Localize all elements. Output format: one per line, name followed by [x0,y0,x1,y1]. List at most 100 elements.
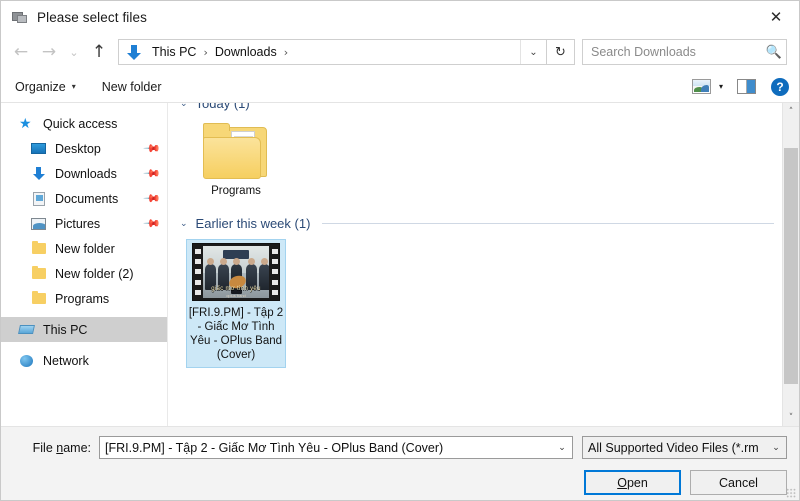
app-window-icon [12,9,28,25]
folder-icon [31,290,48,307]
sidebar-item-quick-access[interactable]: ★ Quick access [1,111,167,136]
vertical-scrollbar[interactable]: ˄ ˅ [782,103,799,426]
folder-icon [31,240,48,257]
chevron-down-icon[interactable]: ⌄ [552,443,572,453]
sidebar-item-label: This PC [43,322,88,337]
downloads-icon [31,166,48,182]
command-toolbar: Organize ▾ New folder ▾ ? [1,71,799,103]
filename-row: File name: [FRI.9.PM] - Tập 2 - Giấc Mơ … [13,436,787,459]
breadcrumb-downloads[interactable]: Downloads [213,45,279,59]
sidebar-item-label: Downloads [55,166,117,181]
title-bar: Please select files ✕ [1,1,799,33]
pin-icon: 📌 [142,214,162,233]
sidebar-item-documents[interactable]: Documents 📌 [1,186,167,211]
file-tile-label: Programs [211,185,261,197]
sidebar-item-network[interactable]: Network [1,348,167,373]
sidebar-item-label: New folder (2) [55,266,134,281]
search-icon: 🔍 [765,44,783,60]
refresh-icon[interactable]: ↻ [547,39,575,65]
group-divider [322,223,774,224]
preview-pane-icon[interactable] [737,79,756,94]
caret-down-icon: ▾ [71,82,76,91]
file-list-pane[interactable]: ⌄ Today (1) Programs ⌄ Earlier this week… [168,103,799,426]
search-input[interactable]: Search Downloads 🔍 [582,39,787,65]
pictures-icon [31,216,48,232]
file-tile-video-selected[interactable]: giấc mơ tình yêu oplus band [FRI.9.PM] -… [186,239,286,368]
open-button[interactable]: Open [584,470,681,495]
search-placeholder: Search Downloads [591,45,696,59]
sidebar-item-pictures[interactable]: Pictures 📌 [1,211,167,236]
this-pc-icon [18,322,36,338]
organize-label: Organize [15,79,66,94]
filename-value: [FRI.9.PM] - Tập 2 - Giấc Mơ Tình Yêu - … [105,440,444,455]
pin-icon: 📌 [142,189,162,208]
sidebar-item-new-folder-2[interactable]: New folder (2) [1,261,167,286]
open-label-key: O [617,475,627,490]
sidebar-item-label: Network [43,353,89,368]
dialog-body: ★ Quick access Desktop 📌 Downloads 📌 Doc… [1,103,799,427]
view-caret-down-icon[interactable]: ▾ [719,82,723,91]
sidebar-item-label: New folder [55,241,115,256]
sidebar-item-this-pc[interactable]: This PC [1,317,167,342]
scrollbar-thumb[interactable] [784,148,798,384]
scroll-up-icon[interactable]: ˄ [783,103,799,120]
breadcrumb-this-pc[interactable]: This PC [150,45,198,59]
chevron-down-icon[interactable]: ⌄ [180,103,188,109]
sidebar-item-new-folder[interactable]: New folder [1,236,167,261]
address-row: ← → ⌄ ↑ This PC › Downloads › ⌄ ↻ Search… [1,33,799,71]
pin-icon: 📌 [142,139,162,158]
address-bar[interactable]: This PC › Downloads › ⌄ [118,39,547,65]
change-view-icon[interactable] [691,79,711,94]
chevron-down-icon[interactable]: ⌄ [766,443,786,453]
file-tile-row: Programs [178,113,774,204]
sidebar-item-downloads[interactable]: Downloads 📌 [1,161,167,186]
star-icon: ★ [19,115,32,132]
filetype-select[interactable]: All Supported Video Files (*.rm ⌄ [582,436,787,459]
sidebar-item-label: Pictures [55,216,101,231]
video-thumbnail-icon: giấc mơ tình yêu oplus band [192,243,280,301]
file-tile-programs[interactable]: Programs [186,119,286,204]
dialog-buttons: Open Cancel [13,470,787,495]
sidebar-item-label: Desktop [55,141,101,156]
folder-icon [31,265,48,282]
network-icon [19,353,36,369]
pin-icon: 📌 [142,164,162,183]
documents-icon [31,191,48,207]
desktop-icon [31,141,48,157]
back-button[interactable]: ← [7,38,35,66]
up-button[interactable]: ↑ [85,38,113,66]
filename-label-pre: File [32,440,57,455]
chevron-right-icon: › [203,45,208,59]
group-header-today[interactable]: ⌄ Today (1) [178,103,774,113]
filename-label-post: ame: [63,440,91,455]
sidebar-item-desktop[interactable]: Desktop 📌 [1,136,167,161]
file-picker-dialog: Please select files ✕ ← → ⌄ ↑ This PC › … [0,0,800,501]
group-header-earlier-this-week[interactable]: ⌄ Earlier this week (1) [178,214,774,233]
file-tile-row: giấc mơ tình yêu oplus band [FRI.9.PM] -… [178,233,774,368]
thumbnail-title-overlay: giấc mơ tình yêu [211,286,261,292]
chevron-down-icon[interactable]: ⌄ [520,40,546,64]
file-list-scroll-content: ⌄ Today (1) Programs ⌄ Earlier this week… [168,103,782,426]
scroll-down-icon[interactable]: ˅ [783,409,799,426]
filename-input[interactable]: [FRI.9.PM] - Tập 2 - Giấc Mơ Tình Yêu - … [99,436,573,459]
thumbnail-subtitle-overlay: oplus band [226,293,246,298]
resize-grip-icon[interactable] [786,488,796,498]
window-title: Please select files [37,9,147,25]
organize-button[interactable]: Organize ▾ [15,80,76,94]
help-icon[interactable]: ? [771,77,789,96]
folder-icon [203,123,269,179]
filename-label: File name: [13,441,91,455]
close-icon[interactable]: ✕ [753,1,799,32]
forward-button[interactable]: → [35,38,63,66]
new-folder-button[interactable]: New folder [102,80,162,94]
sidebar-item-programs[interactable]: Programs [1,286,167,311]
chevron-down-icon[interactable]: ⌄ [180,219,188,229]
recent-locations-button[interactable]: ⌄ [63,38,85,66]
group-header-label: Today (1) [195,103,250,111]
downloads-arrow-icon [127,43,145,61]
toolbar-right-group: ▾ ? [691,77,789,96]
cancel-button[interactable]: Cancel [690,470,787,495]
group-header-label: Earlier this week (1) [195,216,311,231]
filetype-value: All Supported Video Files (*.rm [588,440,759,455]
sidebar-item-label: Documents [55,191,119,206]
